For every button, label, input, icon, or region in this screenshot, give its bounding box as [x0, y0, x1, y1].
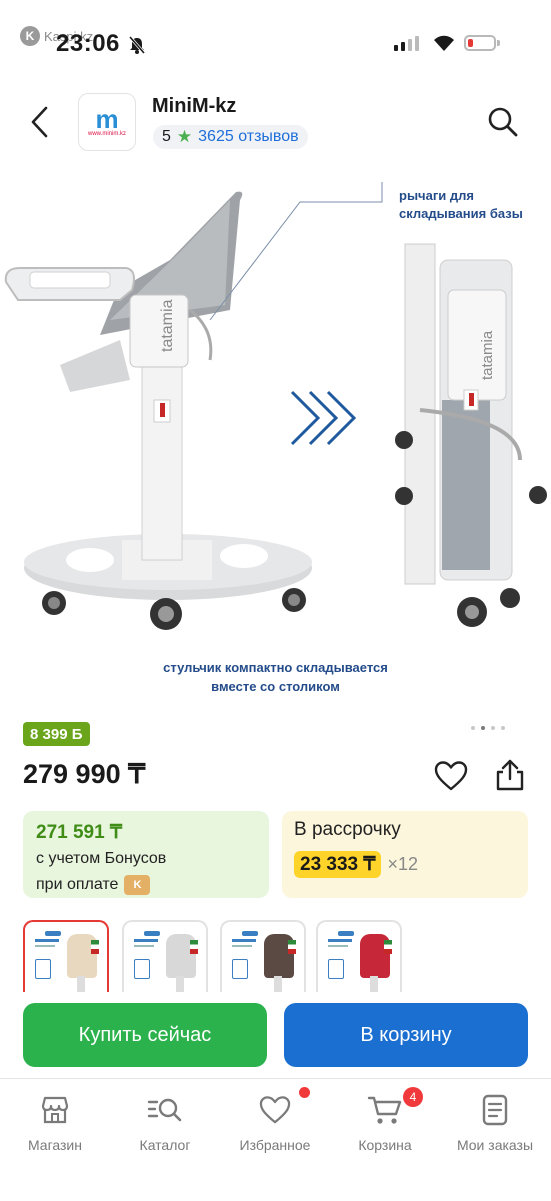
favorites-notification-dot [299, 1087, 310, 1098]
heart-outline-icon [259, 1096, 291, 1124]
shop-name[interactable]: MiniM-kz [152, 95, 236, 118]
image-caption-bottom: стульчик компактно складывается вместе с… [0, 658, 551, 696]
status-bar: K Kaspi.kz 23:06 [0, 0, 551, 80]
orders-list-icon [482, 1094, 508, 1126]
battery-icon [464, 35, 496, 51]
caption-top-line1: рычаги для [399, 188, 474, 203]
shop-logo-mark: m [95, 104, 119, 134]
catalog-search-icon [147, 1098, 182, 1122]
shop-rating[interactable]: 5 ★ 3625 отзывов [153, 125, 308, 149]
bonus-price: 271 591 ₸ [36, 822, 123, 843]
image-caption-top: рычаги для складывания базы [399, 187, 523, 223]
bonus-line2-row: при оплате K [36, 874, 256, 896]
cell-signal-icon [394, 36, 419, 51]
tab-favorites-label: Избранное [239, 1137, 311, 1153]
bonus-badge: 8 399 Б [23, 722, 90, 746]
muted-bell-icon [128, 36, 146, 54]
tab-shop[interactable]: Магазин [5, 1093, 105, 1153]
caption-bottom-line1: стульчик компактно складывается [163, 660, 388, 675]
rating-value: 5 [162, 128, 171, 145]
battery-tip [497, 40, 500, 46]
carousel-dot-active [481, 726, 485, 730]
star-icon: ★ [176, 127, 193, 146]
bonus-price-card[interactable]: 271 591 ₸ с учетом Бонусов при оплате K [23, 811, 269, 898]
color-thumbnail[interactable] [220, 920, 306, 992]
highchair-illustration: tatamia tatamia [4, 182, 547, 630]
tab-catalog[interactable]: Каталог [115, 1093, 215, 1153]
installment-row: 23 333 ₸ ×12 [294, 851, 516, 878]
product-image[interactable]: tatamia tatamia [0, 170, 551, 705]
back-arrow-icon[interactable] [26, 104, 56, 140]
caption-top-line2: складывания базы [399, 206, 523, 221]
installment-monthly: 23 333 ₸ [294, 851, 382, 878]
share-icon[interactable] [494, 758, 526, 792]
product-price: 279 990 ₸ [23, 759, 146, 789]
reviews-link[interactable]: 3625 отзывов [198, 128, 298, 146]
color-thumbnail[interactable] [316, 920, 402, 992]
color-thumbnail[interactable] [23, 920, 109, 992]
brand-logo-left: tatamia [159, 299, 176, 352]
tab-catalog-label: Каталог [139, 1137, 191, 1153]
kaspi-gold-icon: K [124, 875, 151, 895]
tab-orders[interactable]: Мои заказы [445, 1093, 545, 1153]
carousel-dot [471, 726, 475, 730]
cart-icon [367, 1096, 402, 1124]
tab-cart-label: Корзина [358, 1137, 412, 1153]
search-icon[interactable] [487, 106, 519, 138]
store-icon [41, 1096, 69, 1124]
brand-logo-right: tatamia [479, 330, 496, 380]
buy-now-button[interactable]: Купить сейчас [23, 1003, 267, 1067]
caption-bottom-line2: вместе со столиком [211, 679, 340, 694]
tab-favorites[interactable]: Избранное [225, 1087, 325, 1153]
status-time: 23:06 [56, 30, 120, 57]
shop-logo[interactable]: m www.minim.kz [78, 93, 136, 151]
installment-months: ×12 [387, 854, 419, 874]
heart-icon[interactable] [434, 760, 468, 792]
color-thumbnail[interactable] [122, 920, 208, 992]
bonus-line2: при оплате [36, 876, 119, 893]
carousel-dot [491, 726, 495, 730]
wifi-icon [434, 35, 454, 51]
bonus-line1: с учетом Бонусов [36, 850, 167, 867]
carousel-dots [471, 726, 505, 730]
add-to-cart-button[interactable]: В корзину [284, 1003, 528, 1067]
tab-orders-label: Мои заказы [456, 1137, 534, 1153]
installment-title: В рассрочку [294, 819, 401, 840]
bottom-tab-bar: Магазин Каталог Избранное 4 Корзина Мои … [0, 1078, 551, 1201]
tab-cart[interactable]: 4 Корзина [335, 1087, 435, 1153]
tab-shop-label: Магазин [27, 1137, 82, 1153]
kaspi-logo-icon: K [20, 26, 40, 46]
carousel-dot [501, 726, 505, 730]
installment-card[interactable]: В рассрочку 23 333 ₸ ×12 [282, 811, 528, 898]
cart-count-badge: 4 [403, 1087, 423, 1107]
shop-logo-url: www.minim.kz [87, 131, 126, 137]
